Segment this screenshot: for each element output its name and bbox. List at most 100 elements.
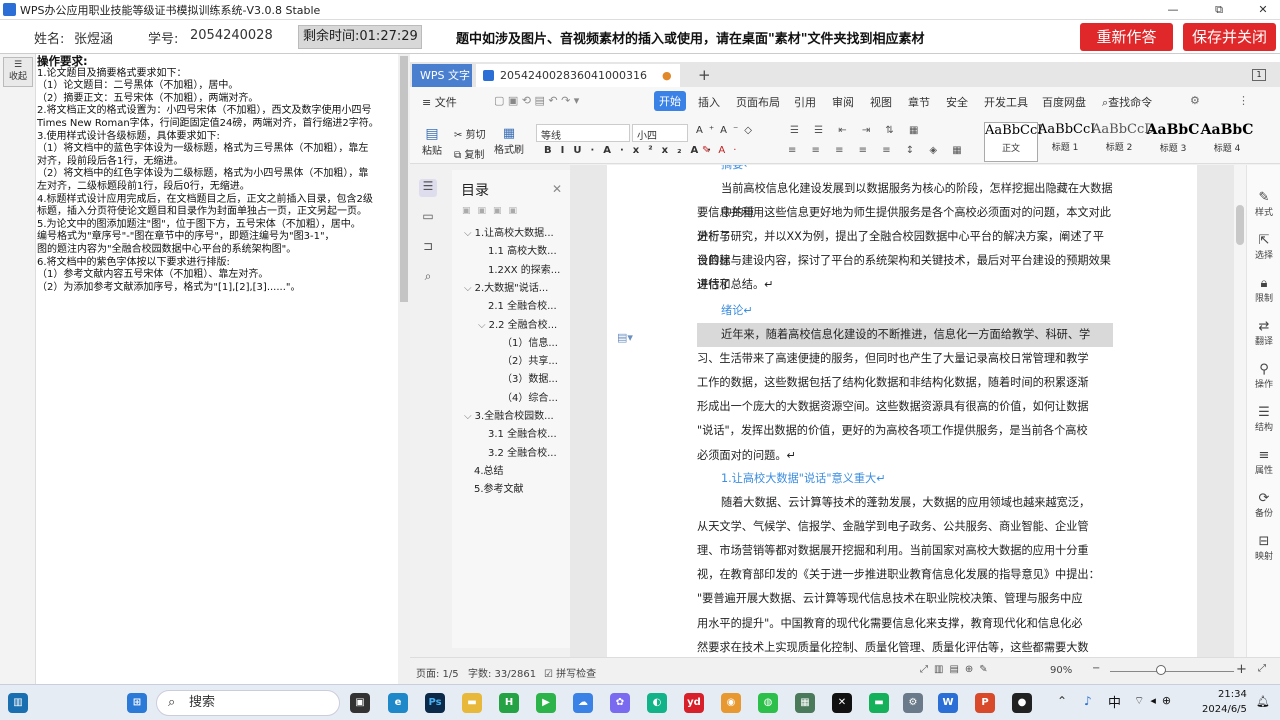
style-heading4[interactable]: AaBbC 标题 4: [1200, 122, 1254, 162]
right-tool-5[interactable]: ☰ 结构: [1247, 406, 1280, 434]
edge-icon[interactable]: e: [388, 693, 408, 713]
section1-heading[interactable]: 1.让高校大数据"说话"意义重大↵: [721, 467, 1137, 491]
youdao-icon[interactable]: yd: [684, 693, 704, 713]
right-tool-7[interactable]: ⟳ 备份: [1247, 492, 1280, 520]
colorful-app-icon[interactable]: ✿: [610, 693, 630, 713]
chevron-down-icon[interactable]: ⌵: [464, 283, 472, 294]
right-tool-2[interactable]: 🔒︎ 限制: [1247, 277, 1280, 305]
menu-layout[interactable]: 页面布局: [736, 94, 780, 110]
quick-access-icons[interactable]: ▢ ▣ ⟲ ▤ ↶ ↷ ▾: [494, 94, 579, 107]
play-app-icon[interactable]: ▶: [536, 693, 556, 713]
toc-item[interactable]: 2.1 全融合校...: [478, 297, 557, 312]
toc-item[interactable]: ⌵ 2.大数据"说话...: [464, 279, 548, 294]
bookmark-icon[interactable]: ⊐: [419, 239, 437, 257]
toc-item[interactable]: （4）综合...: [492, 389, 558, 404]
style-normal[interactable]: AaBbCcI 正文: [984, 122, 1042, 162]
tray-icons[interactable]: ⌔◂⊕: [1134, 694, 1177, 708]
cloud-app-icon[interactable]: ☁: [573, 693, 593, 713]
right-tool-8[interactable]: ⊟ 映射: [1247, 535, 1280, 563]
tab-count-icon[interactable]: 1: [1252, 69, 1266, 81]
menu-developer[interactable]: 开发工具: [984, 94, 1028, 110]
clock-date[interactable]: 2024/6/5: [1202, 704, 1247, 715]
close-button[interactable]: ✕: [1248, 0, 1278, 20]
new-tab-button[interactable]: +: [690, 64, 714, 87]
menu-security[interactable]: 安全: [946, 94, 968, 110]
list-buttons[interactable]: ☰ ☰ ⇤ ⇥ ⇅ ▦: [790, 125, 924, 136]
zoom-slider[interactable]: [1110, 671, 1234, 672]
zoom-out-icon[interactable]: −: [1092, 663, 1100, 674]
more-icon[interactable]: ⋮: [1238, 94, 1249, 107]
toc-item[interactable]: （2）共享...: [492, 352, 558, 367]
collapse-button[interactable]: ☰ 收起: [3, 57, 33, 87]
menu-file[interactable]: ≡ 文件: [422, 94, 457, 110]
toc-item[interactable]: （1）信息...: [492, 334, 558, 349]
minimize-button[interactable]: —: [1158, 0, 1188, 20]
toc-item[interactable]: （3）数据...: [492, 370, 558, 385]
pages-icon[interactable]: ▭: [419, 209, 437, 227]
chevron-down-icon[interactable]: ⌵: [478, 320, 486, 331]
chevron-down-icon[interactable]: ⌵: [464, 228, 472, 239]
word-count[interactable]: 字数: 33/2861: [468, 665, 536, 680]
right-tool-3[interactable]: ⇄ 翻译: [1247, 320, 1280, 348]
h-app-icon[interactable]: H: [499, 693, 519, 713]
settings-icon[interactable]: ⚙: [1190, 94, 1200, 107]
tab-wps-writer[interactable]: WPS 文字: [412, 64, 472, 87]
align-buttons[interactable]: ≡ ≡ ≡ ≡ ≡ ↕ ◈ ▦: [788, 145, 968, 156]
wps-ppt-icon[interactable]: P: [975, 693, 995, 713]
toc-item[interactable]: ⌵ 1.让高校大数据...: [464, 224, 554, 239]
tray-chevron-icon[interactable]: ⌃: [1057, 694, 1067, 708]
doc-scroll-thumb[interactable]: [1236, 205, 1244, 245]
intro-heading[interactable]: 绪论↵: [721, 299, 1137, 323]
menu-references[interactable]: 引用: [794, 94, 816, 110]
find-icon[interactable]: ⌕: [419, 269, 437, 287]
right-tool-4[interactable]: ⚲ 操作: [1247, 363, 1280, 391]
photoshop-icon[interactable]: Ps: [425, 693, 445, 713]
style-heading2[interactable]: AaBbCcD 标题 2: [1092, 122, 1155, 162]
format-painter-button[interactable]: ▦ 格式刷: [494, 126, 524, 156]
menu-review[interactable]: 审阅: [832, 94, 854, 110]
taskbar-search[interactable]: ⌕ 搜索: [156, 690, 340, 716]
chevron-down-icon[interactable]: ⌵: [464, 411, 472, 422]
ime-indicator[interactable]: 中: [1108, 692, 1121, 711]
font-color-buttons[interactable]: ✎A·: [702, 145, 744, 156]
tab-document[interactable]: 2054240028360410003​16 ●: [476, 64, 680, 87]
paste-button[interactable]: ▤ 粘贴: [418, 126, 446, 157]
green-app-icon[interactable]: ◐: [647, 693, 667, 713]
save-close-button[interactable]: 保存并关闭: [1183, 23, 1276, 51]
zoom-level[interactable]: 90%: [1050, 665, 1072, 676]
toc-item[interactable]: 3.2 全融合校...: [478, 444, 557, 459]
maximize-button[interactable]: ⧉: [1204, 0, 1234, 20]
clock-time[interactable]: 21:34: [1218, 689, 1247, 700]
zoom-in-icon[interactable]: +: [1236, 662, 1247, 677]
cut-button[interactable]: ✂ 剪切: [454, 126, 486, 141]
toc-item[interactable]: 4.总结: [464, 462, 504, 477]
view-mode-icons[interactable]: ⤢▥▤⊕✎: [920, 664, 994, 675]
toc-item[interactable]: ⌵ 3.全融合校园数...: [464, 407, 554, 422]
menu-chapter[interactable]: 章节: [908, 94, 930, 110]
spell-check[interactable]: ☑ 拼写检查: [544, 665, 596, 680]
fullscreen-icon[interactable]: ⤢: [1258, 663, 1266, 674]
desktop-app-icon[interactable]: ▥: [8, 693, 28, 713]
font-name-select[interactable]: 等线: [536, 124, 630, 142]
menu-baidu[interactable]: 百度网盘: [1042, 94, 1086, 110]
font-size-select[interactable]: 小四: [632, 124, 688, 142]
settings-app-icon[interactable]: ⚙: [903, 693, 923, 713]
toc-tools[interactable]: ▣▣▣▣: [462, 206, 524, 216]
toc-icon[interactable]: ☰: [419, 179, 437, 197]
right-tool-6[interactable]: ≡ 属性: [1247, 449, 1280, 477]
folder-icon[interactable]: ▬: [462, 693, 482, 713]
font-style-buttons[interactable]: BIU·A·x²x₂A·: [544, 145, 720, 156]
mic-icon[interactable]: ♪: [1084, 694, 1092, 708]
toc-item[interactable]: 1.2XX 的探索...: [478, 261, 560, 276]
wps-writer-taskbar-icon[interactable]: W: [938, 693, 958, 713]
capcut-icon[interactable]: ✕: [832, 693, 852, 713]
menu-insert[interactable]: 插入: [698, 94, 720, 110]
style-heading3[interactable]: AaBbC 标题 3: [1146, 122, 1200, 162]
toc-item[interactable]: 5.参考文献: [464, 480, 524, 495]
right-tool-1[interactable]: ⇱ 选择: [1247, 234, 1280, 262]
wechat-icon[interactable]: ◍: [758, 693, 778, 713]
toc-item[interactable]: 1.1 高校大数...: [478, 242, 557, 257]
document-scrollbar[interactable]: [1234, 165, 1246, 657]
paragraph-tool-icon[interactable]: ▤▾: [617, 331, 633, 344]
close-toc-icon[interactable]: ✕: [552, 182, 562, 196]
